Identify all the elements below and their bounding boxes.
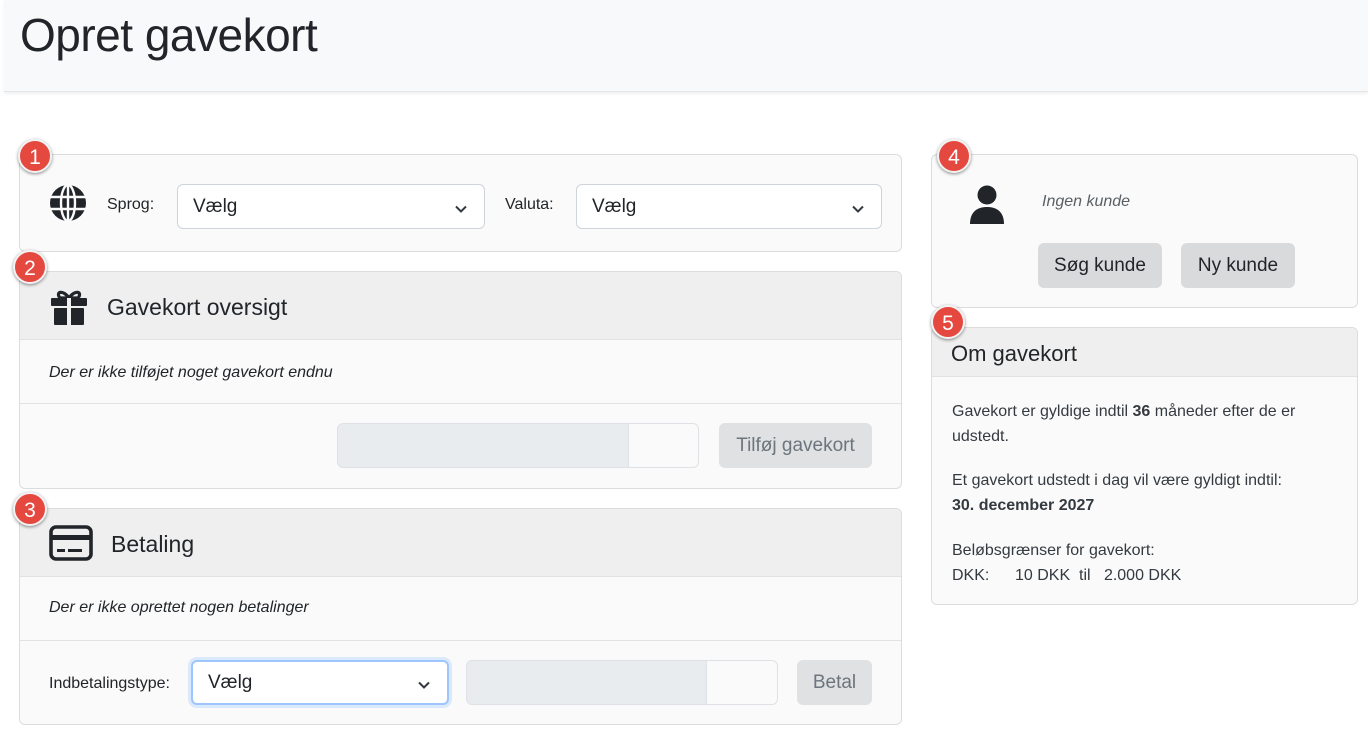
settings-card: Sprog: Vælg Valuta: Vælg bbox=[19, 154, 902, 252]
limits-title: Beløbsgrænser for gavekort: bbox=[952, 542, 1155, 559]
currency-select-value: Vælg bbox=[592, 196, 637, 217]
payment-card: Betaling Der er ikke oprettet nogen beta… bbox=[19, 508, 902, 725]
giftcards-list: Der er ikke tilføjet noget gavekort endn… bbox=[20, 340, 901, 404]
validity-months: 36 bbox=[1132, 403, 1151, 420]
person-icon bbox=[969, 185, 1005, 225]
step-badge-1: 1 bbox=[18, 139, 52, 173]
payments-list: Der er ikke oprettet nogen betalinger bbox=[20, 577, 901, 641]
add-giftcard-button[interactable]: Tilføj gavekort bbox=[719, 423, 872, 468]
about-card-title: Om gavekort bbox=[951, 341, 1077, 366]
language-select[interactable]: Vælg bbox=[177, 184, 485, 229]
payments-empty-text: Der er ikke oprettet nogen betalinger bbox=[49, 599, 309, 616]
gift-icon bbox=[49, 287, 89, 327]
limits-min: 10 DKK bbox=[1015, 567, 1071, 584]
customer-card: Ingen kunde Søg kunde Ny kunde bbox=[931, 154, 1358, 308]
chevron-down-icon bbox=[454, 200, 468, 214]
payment-amount-input[interactable] bbox=[466, 660, 707, 705]
payment-card-header: Betaling bbox=[20, 509, 901, 577]
limits-to: til bbox=[1079, 567, 1091, 584]
payment-type-select-value: Vælg bbox=[208, 672, 253, 693]
limits-max: 2.000 DKK bbox=[1103, 567, 1182, 584]
currency-label: Valuta: bbox=[505, 196, 554, 213]
globe-icon bbox=[48, 183, 88, 223]
pay-button[interactable]: Betal bbox=[797, 660, 872, 705]
about-card: Om gavekort Gavekort er gyldige indtil 3… bbox=[931, 327, 1358, 605]
step-badge-5: 5 bbox=[931, 305, 965, 339]
search-customer-button[interactable]: Søg kunde bbox=[1038, 243, 1162, 288]
page-title: Opret gavekort bbox=[20, 9, 318, 61]
giftcards-empty-text: Der er ikke tilføjet noget gavekort endn… bbox=[49, 364, 333, 381]
about-validity-text: Gavekort er gyldige indtil 36 måneder ef… bbox=[952, 403, 1296, 445]
about-issued-text: Et gavekort udstedt i dag vil være gyldi… bbox=[952, 472, 1282, 514]
payment-amount-addon bbox=[707, 660, 778, 705]
giftcard-amount-input[interactable] bbox=[337, 423, 629, 468]
page-header: Opret gavekort bbox=[4, 0, 1368, 92]
currency-select[interactable]: Vælg bbox=[576, 184, 882, 229]
chevron-down-icon bbox=[417, 676, 431, 690]
giftcards-card-header: Gavekort oversigt bbox=[20, 272, 901, 340]
credit-card-icon bbox=[49, 525, 93, 561]
valid-until-date: 30. december 2027 bbox=[952, 497, 1095, 514]
step-badge-4: 4 bbox=[937, 139, 971, 173]
giftcards-card: Gavekort oversigt Der er ikke tilføjet n… bbox=[19, 271, 902, 489]
customer-status: Ingen kunde bbox=[1042, 193, 1131, 210]
giftcards-card-title: Gavekort oversigt bbox=[107, 294, 288, 320]
chevron-down-icon bbox=[851, 200, 865, 214]
giftcard-amount-addon bbox=[629, 423, 699, 468]
about-limits: Beløbsgrænser for gavekort: DKK: 10 DKK t… bbox=[952, 538, 1347, 588]
payment-card-title: Betaling bbox=[111, 531, 195, 557]
limits-currency: DKK: bbox=[952, 567, 990, 584]
about-card-header: Om gavekort bbox=[932, 328, 1357, 377]
payment-type-select[interactable]: Vælg bbox=[191, 660, 449, 705]
new-customer-button[interactable]: Ny kunde bbox=[1181, 243, 1295, 288]
step-badge-3: 3 bbox=[13, 492, 47, 526]
step-badge-2: 2 bbox=[13, 250, 47, 284]
payment-type-label: Indbetalingstype: bbox=[49, 675, 170, 692]
language-label: Sprog: bbox=[107, 196, 155, 213]
language-select-value: Vælg bbox=[193, 196, 238, 217]
